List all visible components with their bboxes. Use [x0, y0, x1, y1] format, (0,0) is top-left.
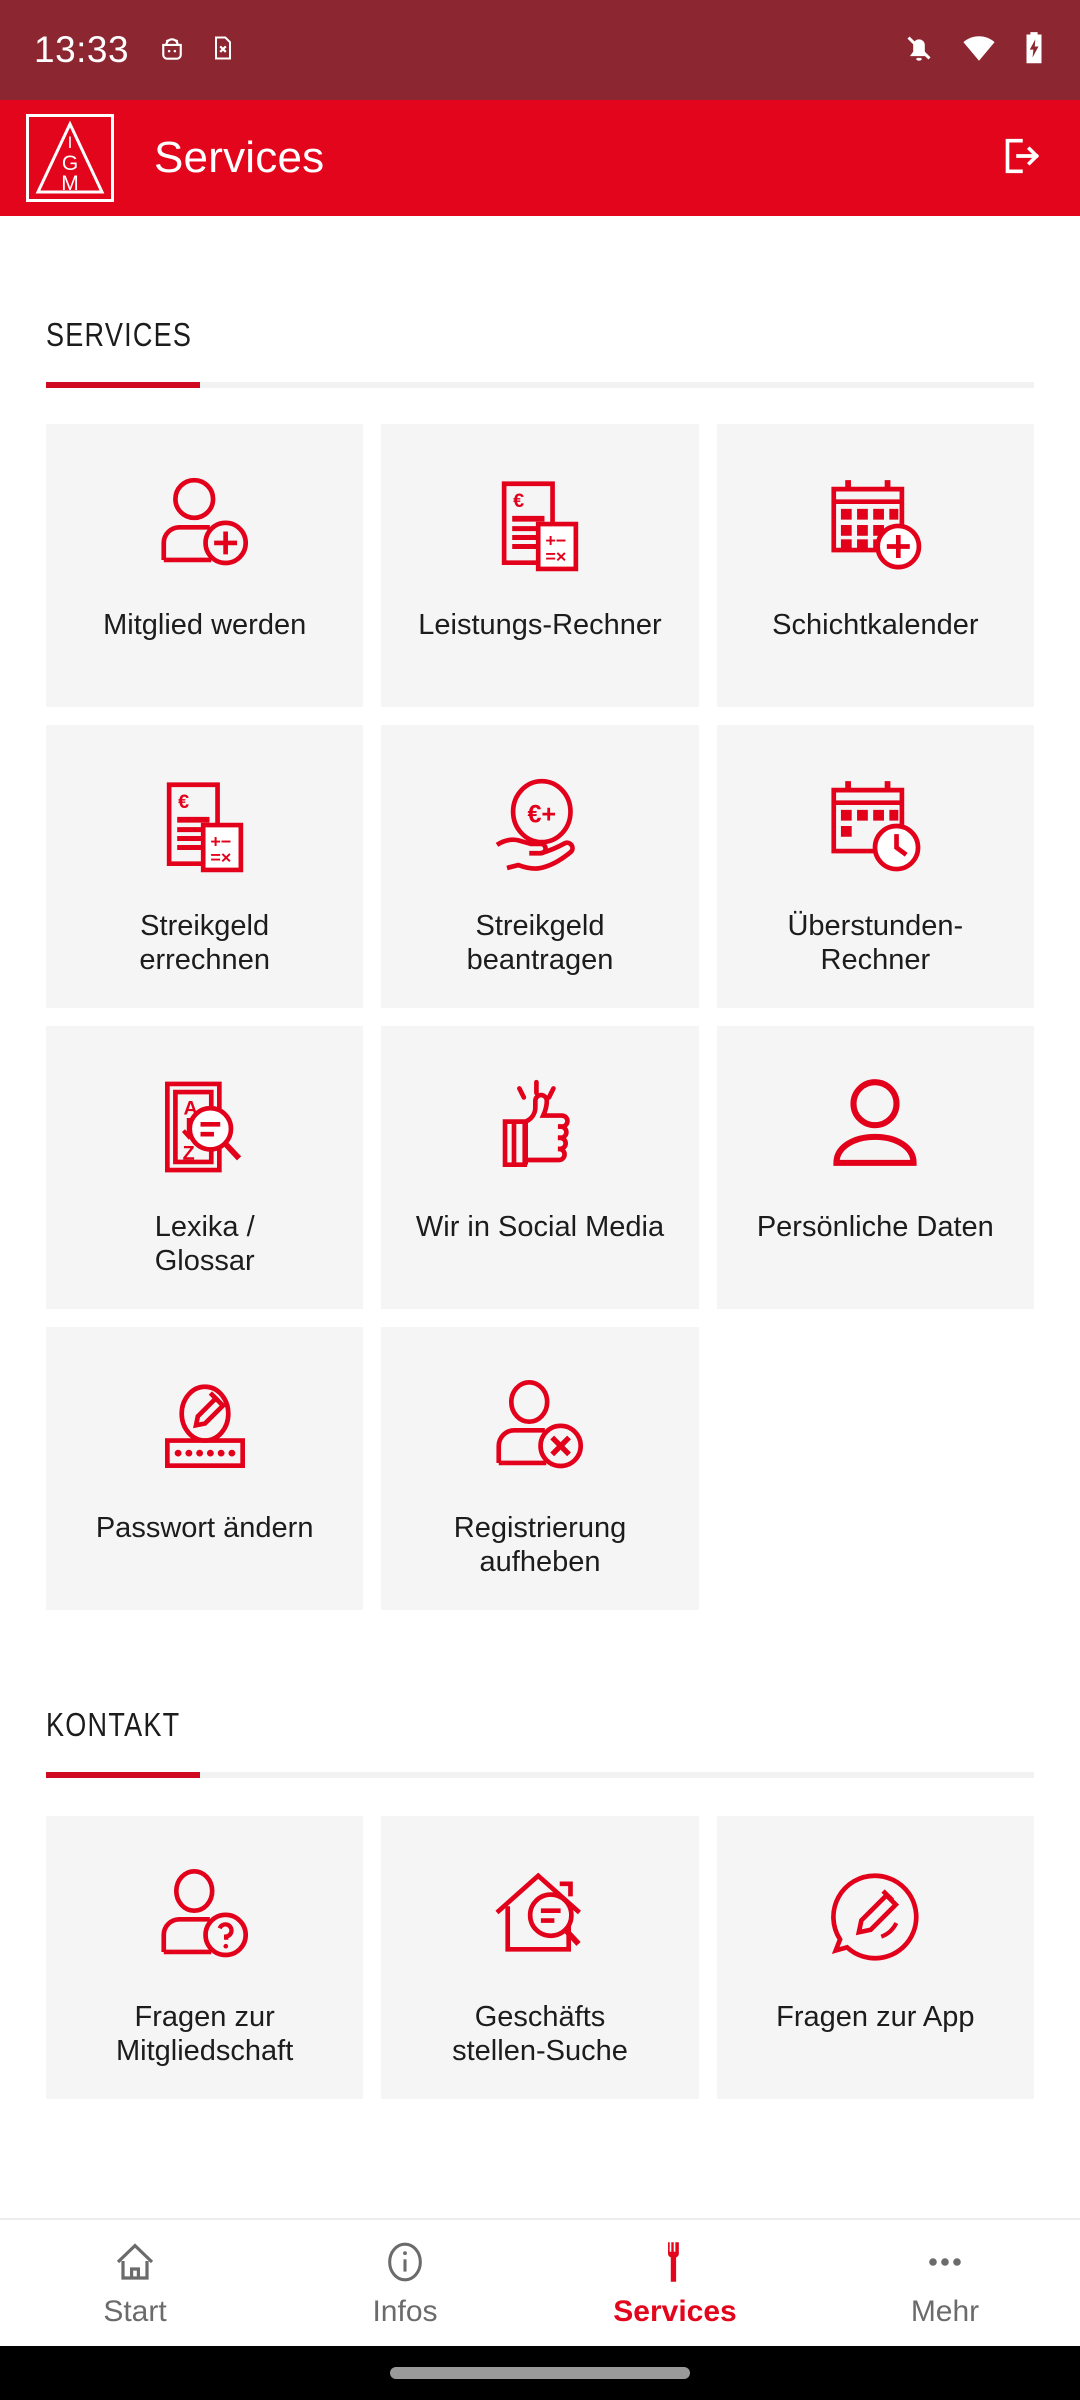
ig-metall-logo: I G M: [26, 114, 114, 202]
tile-fragen-zur-app[interactable]: Fragen zur App: [716, 1816, 1034, 2099]
services-grid: Mitglied werden € +− =× Leistungs-Rechne…: [0, 424, 1080, 1610]
svg-text:I: I: [68, 133, 73, 152]
tile-label: Fragen zur Mitgliedschaft: [116, 2001, 294, 2068]
tile-wir-in-social-media[interactable]: Wir in Social Media: [381, 1026, 699, 1309]
nav-label: Infos: [372, 2295, 438, 2328]
calendar-add-icon: [820, 464, 930, 586]
glossary-search-icon: A Z: [150, 1066, 260, 1188]
svg-text:Z: Z: [182, 1142, 194, 1164]
house-search-icon: [485, 1856, 595, 1978]
section-header-kontakt: KONTAKT: [0, 1706, 1080, 1778]
battery-charging-icon: [1022, 30, 1046, 71]
status-bar-clock: 13:33: [34, 29, 130, 70]
nav-item-start[interactable]: Start: [0, 2237, 270, 2329]
tile-label: Streikgeld errechnen: [139, 910, 270, 977]
svg-text:€: €: [513, 490, 524, 512]
tile-geschaeftsstellen-suche[interactable]: Geschäfts stellen-Suche: [381, 1816, 699, 2099]
tile-mitglied-werden[interactable]: Mitglied werden: [46, 424, 364, 707]
nav-item-mehr[interactable]: Mehr: [810, 2237, 1080, 2329]
info-icon: [382, 2237, 428, 2287]
svg-text:€: €: [178, 791, 189, 813]
tile-schichtkalender[interactable]: Schichtkalender: [716, 424, 1034, 707]
tile-registrierung-aufheben[interactable]: Registrierung aufheben: [381, 1327, 699, 1610]
app-bar: I G M Services: [0, 100, 1080, 216]
tile-placeholder: [717, 1327, 1034, 1610]
nav-label: Mehr: [910, 2295, 980, 2328]
section-title-kontakt: KONTAKT: [46, 1706, 181, 1743]
hand-euro-plus-icon: €+: [485, 765, 595, 887]
phone-screen: 13:33 I G M Services SERVICES Mitglied w…: [0, 0, 1080, 2400]
status-bar-right-icons: [902, 30, 1046, 71]
tile-persoenliche-daten[interactable]: Persönliche Daten: [716, 1026, 1034, 1309]
content-scroll-area[interactable]: SERVICES Mitglied werden € +− =× Leistun…: [0, 216, 1080, 2218]
sim-card-error-icon: [209, 32, 237, 69]
more-dots-icon: [921, 2237, 969, 2287]
nav-item-infos[interactable]: Infos: [270, 2237, 540, 2329]
logout-icon: [996, 131, 1042, 186]
chat-edit-icon: [822, 1856, 928, 1978]
tile-fragen-zur-mitgliedschaft[interactable]: Fragen zur Mitgliedschaft: [46, 1816, 364, 2099]
wifi-icon: [960, 30, 998, 71]
thumbs-up-icon: [488, 1066, 592, 1188]
section-title-services: SERVICES: [46, 316, 193, 353]
notifications-off-icon: [902, 30, 936, 71]
user-remove-icon: [486, 1367, 594, 1489]
tile-passwort-aendern[interactable]: Passwort ändern: [46, 1327, 364, 1610]
user-add-icon: [151, 464, 259, 586]
section-divider-kontakt: [46, 1772, 1034, 1778]
tile-streikgeld-beantragen[interactable]: €+ Streikgeld beantragen: [381, 725, 699, 1008]
calendar-clock-icon: [820, 765, 930, 887]
logout-button[interactable]: [984, 123, 1054, 193]
svg-text:€+: €+: [527, 800, 556, 828]
svg-text:=×: =×: [210, 848, 231, 868]
gesture-pill[interactable]: [390, 2367, 690, 2379]
tile-label: Fragen zur App: [776, 2001, 975, 2033]
nav-label: Start: [103, 2295, 167, 2328]
tile-label: Schichtkalender: [772, 609, 979, 641]
gesture-navigation-bar[interactable]: [0, 2346, 1080, 2400]
tile-label: Mitglied werden: [103, 609, 307, 641]
invoice-calculator-icon: € +− =×: [488, 464, 592, 586]
tile-leistungs-rechner[interactable]: € +− =× Leistungs-Rechner: [381, 424, 699, 707]
svg-text:=×: =×: [545, 547, 566, 567]
tile-label: Überstunden- Rechner: [787, 910, 964, 977]
tile-ueberstunden-rechner[interactable]: Überstunden- Rechner: [716, 725, 1034, 1008]
tile-label: Lexika / Glossar: [154, 1211, 255, 1278]
status-bar: 13:33: [0, 0, 1080, 100]
tile-lexika-glossar[interactable]: A Z Lexika / Glossar: [46, 1026, 364, 1309]
bottom-navigation: Start Infos Services Mehr: [0, 2218, 1080, 2346]
wrench-icon: [653, 2237, 697, 2287]
invoice-calculator-icon: € +− =×: [153, 765, 257, 887]
user-icon: [823, 1066, 927, 1188]
nav-item-services[interactable]: Services: [540, 2237, 810, 2329]
section-divider-services: [46, 382, 1034, 388]
tile-label: Geschäfts stellen-Suche: [452, 2001, 628, 2068]
svg-text:M: M: [61, 172, 79, 195]
tile-label: Passwort ändern: [95, 1512, 314, 1544]
nav-label: Services: [613, 2295, 737, 2328]
tile-label: Persönliche Daten: [756, 1211, 994, 1243]
tile-streikgeld-errechnen[interactable]: € +− =× Streikgeld errechnen: [46, 725, 364, 1008]
tile-label: Streikgeld beantragen: [466, 910, 614, 977]
tile-label: Wir in Social Media: [415, 1211, 665, 1243]
section-header-services: SERVICES: [0, 316, 1080, 388]
status-bar-left-icons: [157, 32, 237, 69]
home-icon: [111, 2237, 159, 2287]
password-edit-icon: [150, 1367, 260, 1489]
page-title: Services: [154, 133, 325, 182]
user-question-icon: [151, 1856, 259, 1978]
android-debug-icon: [157, 32, 187, 69]
tile-label: Registrierung aufheben: [453, 1512, 627, 1579]
kontakt-grid: Fragen zur Mitgliedschaft Geschäfts stelle…: [0, 1816, 1080, 2099]
tile-label: Leistungs-Rechner: [418, 609, 662, 641]
